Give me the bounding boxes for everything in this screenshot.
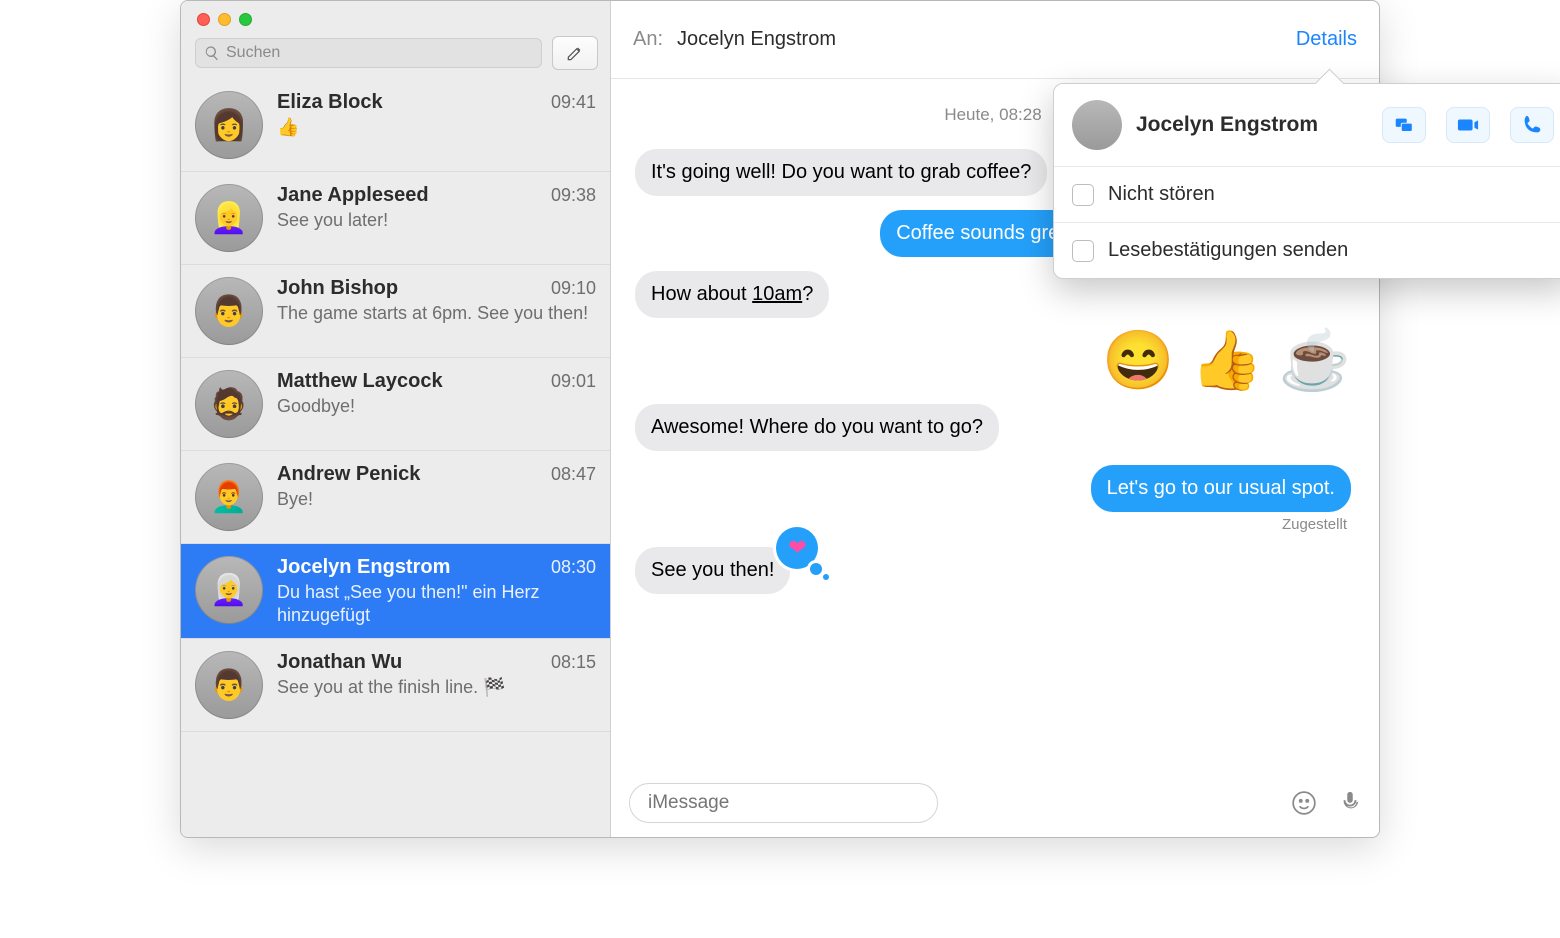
conversation-name: John Bishop bbox=[277, 277, 543, 300]
conversation-preview: Du hast „See you then!" ein Herz hinzuge… bbox=[277, 581, 596, 626]
conversation-time: 08:15 bbox=[551, 652, 596, 673]
avatar: 👨‍🦰 bbox=[195, 463, 263, 531]
details-popover: Jocelyn Engstrom Nicht stören Lesebestät… bbox=[1053, 83, 1560, 279]
avatar: 👩‍🦳 bbox=[195, 556, 263, 624]
do-not-disturb-checkbox[interactable] bbox=[1072, 184, 1094, 206]
emoji-picker-button[interactable] bbox=[1291, 790, 1317, 816]
window-close-button[interactable] bbox=[197, 13, 210, 26]
message-emoji-outgoing[interactable]: 😄 👍 ☕ bbox=[1102, 332, 1351, 390]
read-receipts-row[interactable]: Lesebestätigungen senden bbox=[1054, 223, 1560, 278]
phone-icon bbox=[1521, 114, 1543, 136]
conversation-time: 08:47 bbox=[551, 464, 596, 485]
avatar: 👨 bbox=[195, 277, 263, 345]
conversation-preview: The game starts at 6pm. See you then! bbox=[277, 302, 596, 325]
conversation-item[interactable]: 👱‍♀️ Jane Appleseed 09:38 See you later! bbox=[181, 172, 610, 265]
search-input[interactable] bbox=[226, 44, 533, 62]
compose-button[interactable] bbox=[552, 36, 598, 70]
conversation-time: 09:41 bbox=[551, 92, 596, 113]
conversation-time: 09:01 bbox=[551, 371, 596, 392]
conversation-name: Eliza Block bbox=[277, 91, 543, 114]
window-minimize-button[interactable] bbox=[218, 13, 231, 26]
heart-reaction-icon[interactable]: ❤ bbox=[776, 527, 818, 569]
popover-contact-row: Jocelyn Engstrom bbox=[1054, 84, 1560, 167]
message-bubble-incoming[interactable]: See you then! ❤ bbox=[635, 547, 790, 594]
conversation-time: 08:30 bbox=[551, 557, 596, 578]
message-input-wrap bbox=[629, 783, 1327, 823]
time-link[interactable]: 10am bbox=[752, 283, 802, 305]
conversation-name: Matthew Laycock bbox=[277, 370, 543, 393]
search-field[interactable] bbox=[195, 38, 542, 68]
conversation-preview: Goodbye! bbox=[277, 395, 596, 418]
conversation-name: Jocelyn Engstrom bbox=[277, 556, 543, 579]
do-not-disturb-row[interactable]: Nicht stören bbox=[1054, 167, 1560, 223]
video-icon bbox=[1457, 114, 1479, 136]
smiley-icon bbox=[1291, 790, 1317, 816]
conversation-time: 09:10 bbox=[551, 278, 596, 299]
screen-share-icon bbox=[1393, 114, 1415, 136]
message-input[interactable] bbox=[629, 783, 938, 823]
delivery-status: Zugestellt bbox=[1282, 516, 1347, 533]
compose-icon bbox=[565, 43, 585, 63]
messages-window: 👩 Eliza Block 09:41 👍 👱‍♀️ Jane Applesee… bbox=[180, 0, 1380, 838]
avatar: 🧔 bbox=[195, 370, 263, 438]
popover-contact-name: Jocelyn Engstrom bbox=[1136, 113, 1362, 137]
chat-footer bbox=[611, 773, 1379, 837]
to-name: Jocelyn Engstrom bbox=[677, 28, 836, 51]
conversation-time: 09:38 bbox=[551, 185, 596, 206]
conversation-preview: Bye! bbox=[277, 488, 596, 511]
message-text: See you then! bbox=[651, 559, 774, 581]
message-bubble-incoming[interactable]: It's going well! Do you want to grab cof… bbox=[635, 149, 1047, 196]
conversation-item[interactable]: 👩 Eliza Block 09:41 👍 bbox=[181, 79, 610, 172]
conversation-name: Andrew Penick bbox=[277, 463, 543, 486]
details-button[interactable]: Details bbox=[1296, 28, 1357, 51]
avatar bbox=[1072, 100, 1122, 150]
avatar: 👩 bbox=[195, 91, 263, 159]
to-label: An: bbox=[633, 28, 663, 51]
voice-message-button[interactable] bbox=[1339, 788, 1361, 819]
conversation-name: Jane Appleseed bbox=[277, 184, 543, 207]
audio-call-button[interactable] bbox=[1510, 107, 1554, 143]
microphone-icon bbox=[1339, 788, 1361, 814]
message-text: How about bbox=[651, 283, 752, 305]
message-bubble-incoming[interactable]: How about 10am? bbox=[635, 271, 829, 318]
read-receipts-checkbox[interactable] bbox=[1072, 240, 1094, 262]
message-bubble-outgoing[interactable]: Let's go to our usual spot. bbox=[1091, 465, 1351, 512]
search-icon bbox=[204, 45, 220, 61]
conversation-preview: 👍 bbox=[277, 116, 596, 139]
conversation-preview: See you at the finish line. 🏁 bbox=[277, 676, 596, 699]
avatar: 👨 bbox=[195, 651, 263, 719]
screen-share-button[interactable] bbox=[1382, 107, 1426, 143]
message-text: ? bbox=[802, 283, 813, 305]
avatar: 👱‍♀️ bbox=[195, 184, 263, 252]
conversation-list[interactable]: 👩 Eliza Block 09:41 👍 👱‍♀️ Jane Applesee… bbox=[181, 79, 610, 837]
do-not-disturb-label: Nicht stören bbox=[1108, 183, 1215, 206]
sidebar: 👩 Eliza Block 09:41 👍 👱‍♀️ Jane Applesee… bbox=[181, 1, 611, 837]
conversation-item[interactable]: 👨 John Bishop 09:10 The game starts at 6… bbox=[181, 265, 610, 358]
read-receipts-label: Lesebestätigungen senden bbox=[1108, 239, 1348, 262]
chat-header: An: Jocelyn Engstrom Details bbox=[611, 1, 1379, 79]
chat-area: An: Jocelyn Engstrom Details Heute, 08:2… bbox=[611, 1, 1379, 837]
window-zoom-button[interactable] bbox=[239, 13, 252, 26]
conversation-preview: See you later! bbox=[277, 209, 596, 232]
conversation-item-selected[interactable]: 👩‍🦳 Jocelyn Engstrom 08:30 Du hast „See … bbox=[181, 544, 610, 639]
conversation-item[interactable]: 👨‍🦰 Andrew Penick 08:47 Bye! bbox=[181, 451, 610, 544]
video-call-button[interactable] bbox=[1446, 107, 1490, 143]
conversation-item[interactable]: 👨 Jonathan Wu 08:15 See you at the finis… bbox=[181, 639, 610, 732]
traffic-lights bbox=[197, 13, 252, 26]
conversation-item[interactable]: 🧔 Matthew Laycock 09:01 Goodbye! bbox=[181, 358, 610, 451]
conversation-name: Jonathan Wu bbox=[277, 651, 543, 674]
message-bubble-incoming[interactable]: Awesome! Where do you want to go? bbox=[635, 404, 999, 451]
